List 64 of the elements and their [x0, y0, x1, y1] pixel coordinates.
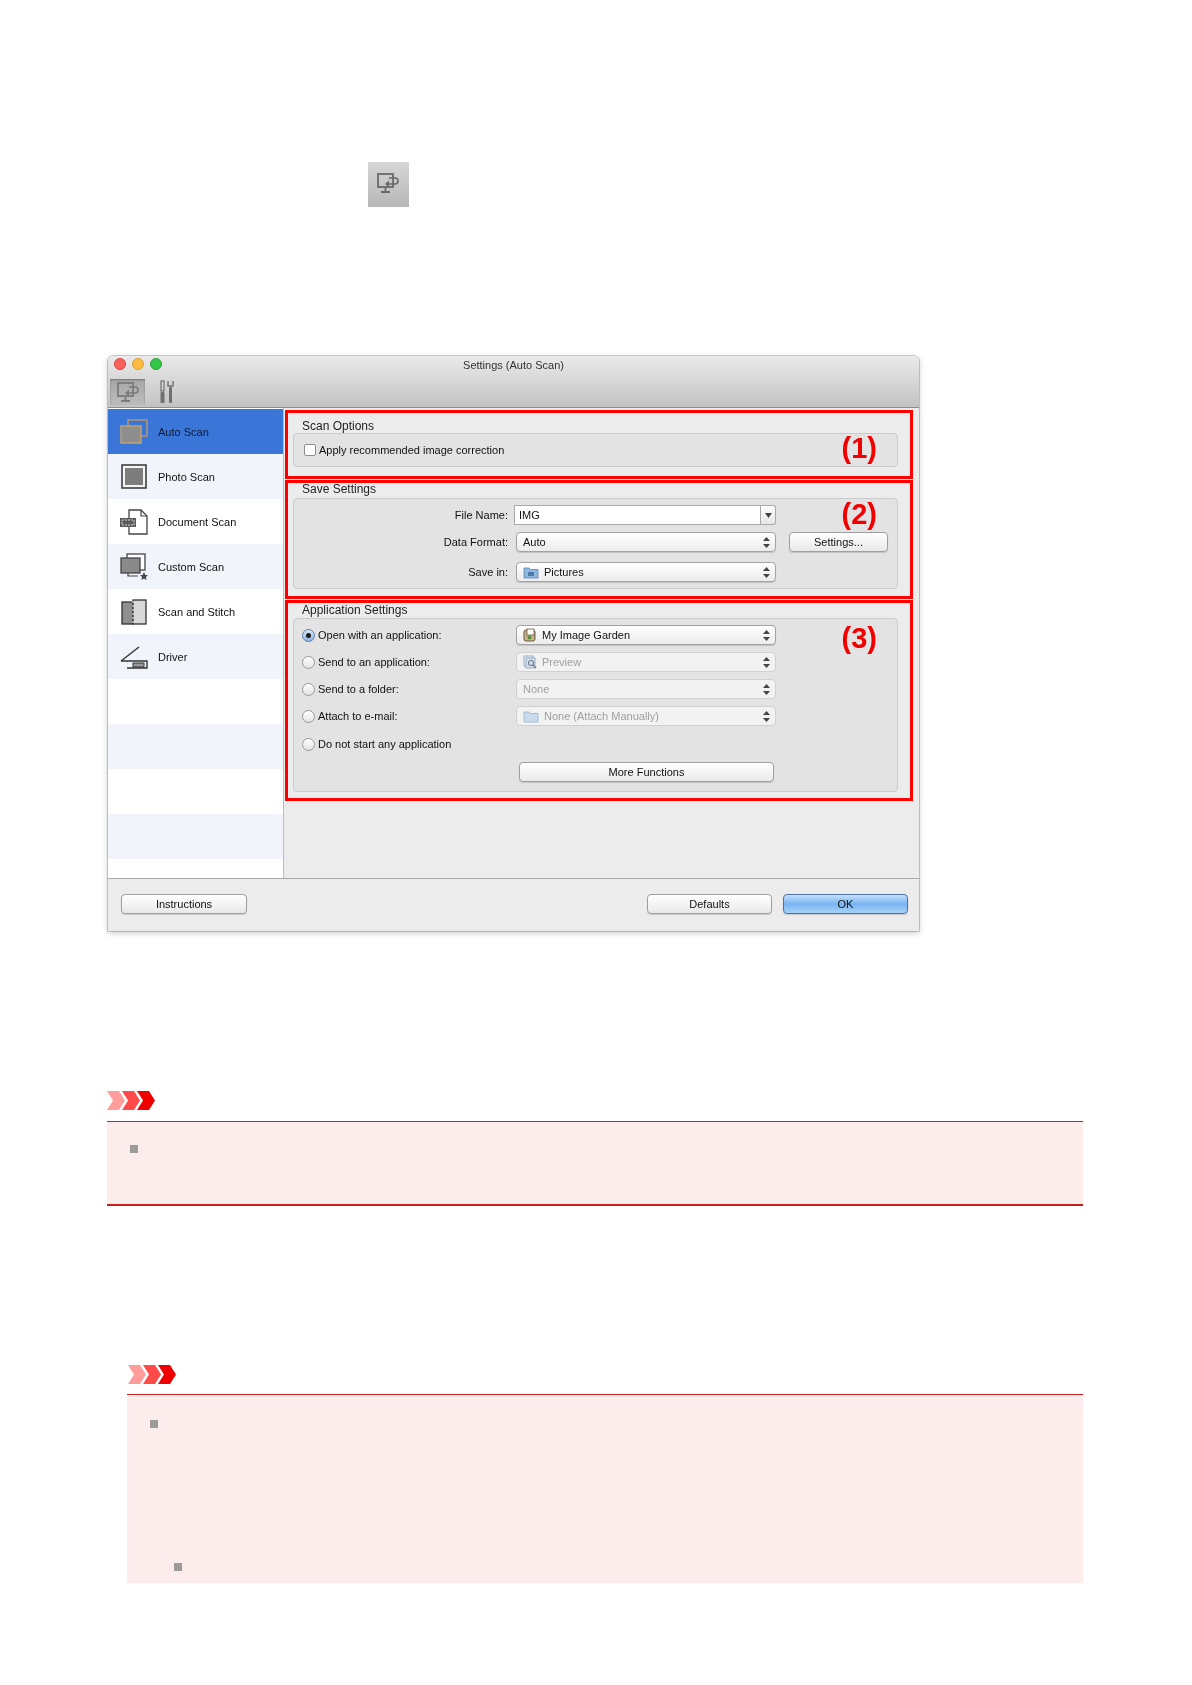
popup-button[interactable]: My Image Garden	[516, 625, 776, 645]
option-label: Attach to e-mail:	[318, 709, 398, 723]
sidebar-item[interactable]: Photo Scan	[108, 454, 283, 499]
radio-button[interactable]	[302, 655, 315, 669]
more-functions-button[interactable]: More Functions	[519, 762, 774, 782]
updown-arrows-icon	[763, 629, 770, 641]
checkbox-label: Apply recommended image correction	[319, 443, 505, 457]
field-label: File Name:	[453, 508, 508, 522]
monitor-arrow-icon	[115, 380, 140, 403]
section-title: Scan Options	[301, 419, 376, 433]
popup-button[interactable]: Pictures	[516, 562, 776, 582]
settings-button[interactable]: Settings...	[789, 532, 888, 552]
callout-number: (1)	[841, 434, 877, 463]
bullet-icon	[130, 1145, 138, 1153]
bullet-icon	[150, 1420, 158, 1428]
document-icon	[119, 507, 149, 536]
text-field[interactable]: IMG	[514, 505, 761, 525]
radio-button[interactable]	[302, 709, 315, 723]
option-label: Do not start any application	[318, 737, 452, 751]
radio-button[interactable]	[302, 682, 315, 696]
important-chevrons-icon	[107, 1091, 155, 1110]
footer-button[interactable]: Instructions	[121, 894, 247, 914]
option-label: Send to a folder:	[318, 682, 399, 696]
important-chevrons-icon	[128, 1365, 176, 1384]
minimize-button[interactable]	[132, 358, 144, 370]
popup-button[interactable]: Auto	[516, 532, 776, 552]
callout-number: (2)	[841, 500, 877, 529]
folder-icon	[523, 709, 539, 723]
option-label: Send to an application:	[318, 655, 430, 669]
updown-arrows-icon	[763, 683, 770, 695]
window-title: Settings (Auto Scan)	[463, 358, 564, 372]
section-title: Save Settings	[301, 483, 378, 495]
updown-arrows-icon	[763, 710, 770, 722]
bullet-icon	[174, 1563, 182, 1571]
monitor-star-icon	[119, 552, 149, 581]
field-label: Data Format:	[442, 535, 508, 549]
section-title: Application Settings	[301, 604, 409, 616]
pictures-folder-icon	[523, 565, 539, 579]
caret-down-icon	[764, 512, 772, 518]
footer-button[interactable]: Defaults	[647, 894, 772, 914]
radio-button[interactable]	[302, 737, 315, 751]
photos-magnifier-icon	[523, 655, 537, 669]
photo-frame-icon	[119, 462, 149, 491]
app-icon	[523, 628, 537, 642]
sidebar-item[interactable]: Custom Scan	[108, 544, 283, 589]
dropdown-button[interactable]	[761, 505, 776, 525]
radio-button[interactable]	[302, 628, 315, 642]
option-label: Open with an application:	[318, 628, 442, 642]
field-label: Save in:	[467, 565, 508, 579]
two-pages-icon	[119, 597, 149, 626]
stacked-pages-icon	[119, 417, 149, 446]
checkbox[interactable]	[304, 444, 316, 456]
callout-number: (3)	[841, 624, 877, 653]
tools-icon	[159, 379, 175, 404]
updown-arrows-icon	[763, 656, 770, 668]
updown-arrows-icon	[763, 566, 770, 578]
footer-button[interactable]: OK	[783, 894, 908, 914]
close-button[interactable]	[114, 358, 126, 370]
sidebar-item[interactable]: Auto Scan	[108, 409, 283, 454]
toolbar-button[interactable]	[110, 378, 145, 405]
zoom-button[interactable]	[150, 358, 162, 370]
toolbar-button[interactable]	[157, 378, 177, 405]
sidebar-item[interactable]: Driver	[108, 634, 283, 679]
updown-arrows-icon	[763, 536, 770, 548]
